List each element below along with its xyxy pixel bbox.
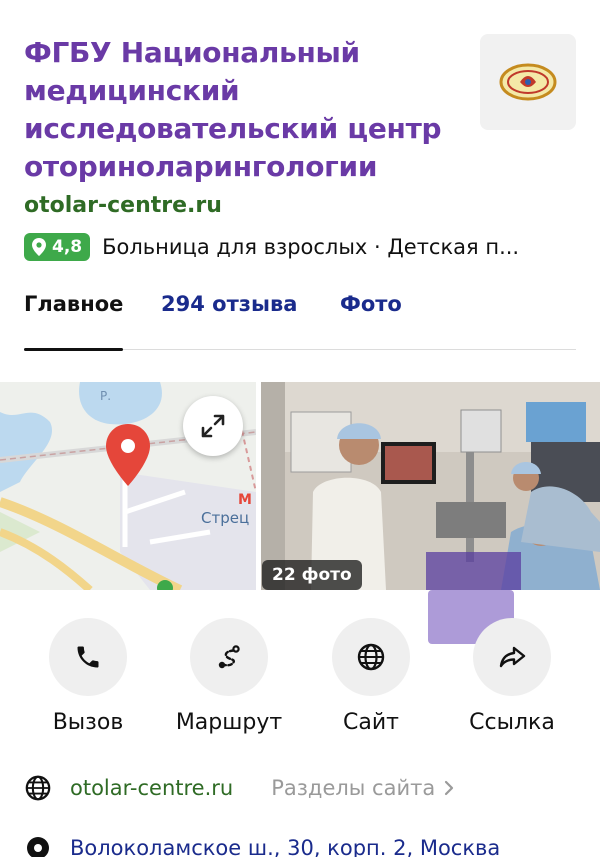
media-strip: М Стрец Р.: [0, 382, 600, 590]
call-button[interactable]: [49, 618, 127, 696]
svg-text:Р.: Р.: [100, 389, 111, 403]
clinic-photo[interactable]: [261, 382, 600, 590]
tab-main[interactable]: Главное: [24, 292, 123, 316]
share-button[interactable]: [473, 618, 551, 696]
site-sections-link[interactable]: Разделы сайта: [271, 776, 435, 800]
action-bar: Вызов Маршрут Сайт Ссылка: [0, 618, 600, 738]
website-row[interactable]: otolar-centre.ru Разделы сайта: [24, 772, 584, 804]
title-line: медицинский: [24, 74, 240, 107]
share-action[interactable]: Ссылка: [442, 618, 582, 735]
call-label: Вызов: [52, 710, 124, 735]
tab-bar: Главное 294 отзыва Фото: [24, 290, 576, 351]
organization-title[interactable]: ФГБУ Национальный медицинский исследоват…: [24, 34, 454, 186]
tab-photo[interactable]: Фото: [340, 292, 402, 316]
site-button[interactable]: [332, 618, 410, 696]
website-row-link[interactable]: otolar-centre.ru: [70, 776, 233, 800]
share-icon: [499, 646, 526, 668]
organization-logo: [480, 34, 576, 130]
tab-reviews[interactable]: 294 отзыва: [161, 292, 297, 316]
chevron-right-icon: [445, 780, 454, 796]
address-text[interactable]: Волоколамское ш., 30, корп. 2, Москва: [70, 836, 500, 857]
location-pin-icon: [32, 238, 46, 256]
meta-row: 4,8 Больница для взрослых · Детская п...: [24, 232, 584, 262]
route-label: Маршрут: [175, 710, 283, 735]
title-line: ФГБУ Национальный: [24, 36, 360, 69]
address-pin-icon: [27, 837, 49, 857]
expand-map-button[interactable]: [183, 396, 243, 456]
site-action[interactable]: Сайт: [301, 618, 441, 735]
globe-icon: [357, 643, 385, 671]
title-line: исследовательский центр: [24, 112, 442, 145]
expand-icon: [201, 414, 225, 438]
organization-card: ФГБУ Национальный медицинский исследоват…: [0, 0, 600, 857]
rating-badge[interactable]: 4,8: [24, 233, 91, 261]
phone-icon: [77, 646, 99, 668]
site-label: Сайт: [343, 710, 399, 735]
map-street-label: Стрец: [201, 509, 249, 527]
title-line: оториноларингологии: [24, 150, 378, 183]
website-link[interactable]: otolar-centre.ru: [24, 193, 222, 218]
route-button[interactable]: [190, 618, 268, 696]
route-action[interactable]: Маршрут: [159, 618, 299, 735]
address-row[interactable]: Волоколамское ш., 30, корп. 2, Москва: [24, 832, 584, 857]
share-label: Ссылка: [469, 710, 555, 735]
photo-image: [261, 382, 600, 590]
photo-count-badge[interactable]: 22 фото: [262, 560, 362, 590]
active-tab-indicator: [24, 348, 123, 351]
svg-text:М: М: [238, 492, 252, 508]
call-action[interactable]: Вызов: [18, 618, 158, 735]
logo-emblem-icon: [499, 63, 557, 101]
globe-icon: [25, 775, 51, 801]
rating-value: 4,8: [52, 237, 83, 257]
route-icon: [218, 645, 240, 669]
categories-text: Больница для взрослых · Детская п...: [102, 235, 520, 259]
